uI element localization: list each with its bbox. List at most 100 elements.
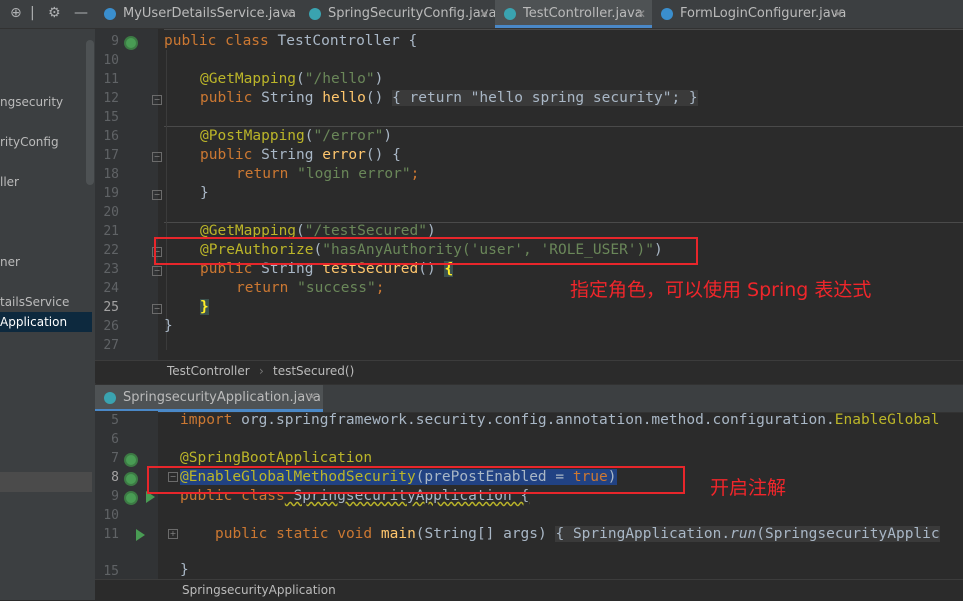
tree-item[interactable]: ngsecurity [0,92,92,112]
java-class-icon [504,8,516,20]
line-number: 12 [103,91,119,106]
split-editor-tab-bar: SpringsecurityApplication.java ✕ [95,384,963,413]
line-number: 17 [103,148,119,163]
close-icon[interactable]: ✕ [307,385,317,410]
minimize-icon[interactable]: — [74,5,88,21]
code-line[interactable]: @GetMapping("/hello") [200,71,383,87]
project-scrollbar[interactable] [86,40,94,185]
keyword: public [200,90,253,106]
highlight-box [154,237,698,265]
line-number: 16 [103,129,119,144]
tab-testcontroller[interactable]: TestController.java ✕ [495,0,652,28]
line-number: 20 [103,205,119,220]
java-class-icon [661,8,673,20]
code-line[interactable]: } [200,185,209,201]
breadcrumb-item[interactable]: testSecured() [273,364,354,378]
indent-guide [166,50,167,350]
code-line[interactable]: } [180,562,189,578]
tree-item[interactable]: ller [0,172,92,192]
code-line[interactable]: public class TestController { [164,33,417,49]
tree-item[interactable]: tailsService [0,292,92,312]
gear-icon[interactable]: ⚙ [48,5,61,21]
code-line[interactable]: public String hello() { return "hello sp… [200,90,698,106]
line-number: 15 [103,564,119,578]
line-number: 24 [103,281,119,296]
line-number-current: 8 [111,470,119,485]
close-icon[interactable]: ✕ [833,0,843,28]
method-separator [164,29,963,30]
code-line[interactable]: public String error() { [200,147,401,163]
string: "/error" [313,128,384,144]
spring-bean-icon[interactable] [124,453,138,467]
line-number: 7 [111,451,119,466]
folded-region[interactable]: { return "hello spring security"; } [392,90,698,106]
close-icon[interactable]: ✕ [284,0,294,28]
tree-item[interactable]: rityConfig [0,132,92,152]
tab-formloginconfigurer[interactable]: FormLoginConfigurer.java ✕ [652,0,849,28]
fold-icon[interactable]: − [152,95,162,105]
code-line[interactable]: public static void main(String[] args) {… [215,526,940,542]
spring-bean-icon[interactable] [124,472,138,486]
folded-region[interactable]: { SpringApplication.run(SpringsecurityAp… [555,526,940,542]
java-class-icon [104,392,116,404]
line-number-current: 25 [103,300,119,315]
keyword: return [236,166,289,182]
tree-item[interactable]: ner [0,252,92,272]
run-icon[interactable] [136,529,145,541]
line-number: 11 [103,72,119,87]
folded-text: { SpringApplication. [555,526,731,542]
line-number: 10 [103,508,119,523]
annotation-note: 开启注解 [710,477,787,499]
tab-springsecurityapplication[interactable]: SpringsecurityApplication.java ✕ [95,385,323,412]
folded-text: run [730,526,757,542]
close-icon[interactable]: ✕ [479,0,489,28]
close-icon[interactable]: ✕ [636,0,646,28]
spring-bean-icon[interactable] [124,36,138,50]
code-line[interactable]: return "success"; [236,280,384,296]
fold-icon[interactable]: + [168,529,178,539]
tab-label: SpringSecurityConfig.java [328,6,497,21]
method-name: error [322,147,366,163]
tree-item-selected[interactable]: Application [0,312,92,332]
code-line[interactable]: return "login error"; [236,166,419,182]
tab-label: TestController.java [523,6,643,21]
fold-icon[interactable]: − [152,190,162,200]
code-text: String [252,147,323,163]
annotation: @SpringBootApplication [180,450,373,466]
code-line[interactable]: } [164,318,173,334]
line-number: 22 [103,243,119,258]
breadcrumb-item[interactable]: SpringsecurityApplication [182,583,336,597]
method-separator [164,126,963,127]
annotation: @GetMapping [200,71,297,87]
line-number: 15 [103,110,119,125]
code-line[interactable]: @PostMapping("/error") [200,128,392,144]
code-text: () { [365,147,401,163]
code-text: () [365,90,393,106]
tab-springsecurityconfig[interactable]: SpringSecurityConfig.java ✕ [300,0,497,28]
code-line[interactable]: } [200,299,209,315]
project-panel: ⊕ | ⚙ — ngsecurity rityConfig ller ner t… [0,0,96,600]
line-number: 11 [103,527,119,542]
highlight-box [147,466,685,494]
divider-icon: | [30,5,35,21]
method-name: main [380,526,416,542]
line-number: 9 [111,489,119,504]
keyword: import [180,412,233,428]
fold-icon[interactable]: − [152,266,162,276]
code-text: String [252,90,323,106]
fold-icon[interactable]: − [152,304,162,314]
code-line[interactable]: import org.springframework.security.conf… [180,412,940,428]
spring-bean-icon[interactable] [124,491,138,505]
tab-myuserdetailsservice[interactable]: MyUserDetailsService.java ✕ [95,0,300,28]
code-line[interactable]: @SpringBootApplication [180,450,372,466]
keyword: return [236,280,289,296]
line-number: 6 [111,432,119,447]
keyword: public [200,147,253,163]
collapse-icon[interactable]: ⊕ [10,5,22,21]
tab-label: FormLoginConfigurer.java [680,6,847,21]
breadcrumb-item[interactable]: TestController [167,364,250,378]
class-name: EnableGlobal [834,412,940,428]
fold-icon[interactable]: − [152,152,162,162]
string: "/hello" [304,71,375,87]
line-number: 19 [103,186,119,201]
